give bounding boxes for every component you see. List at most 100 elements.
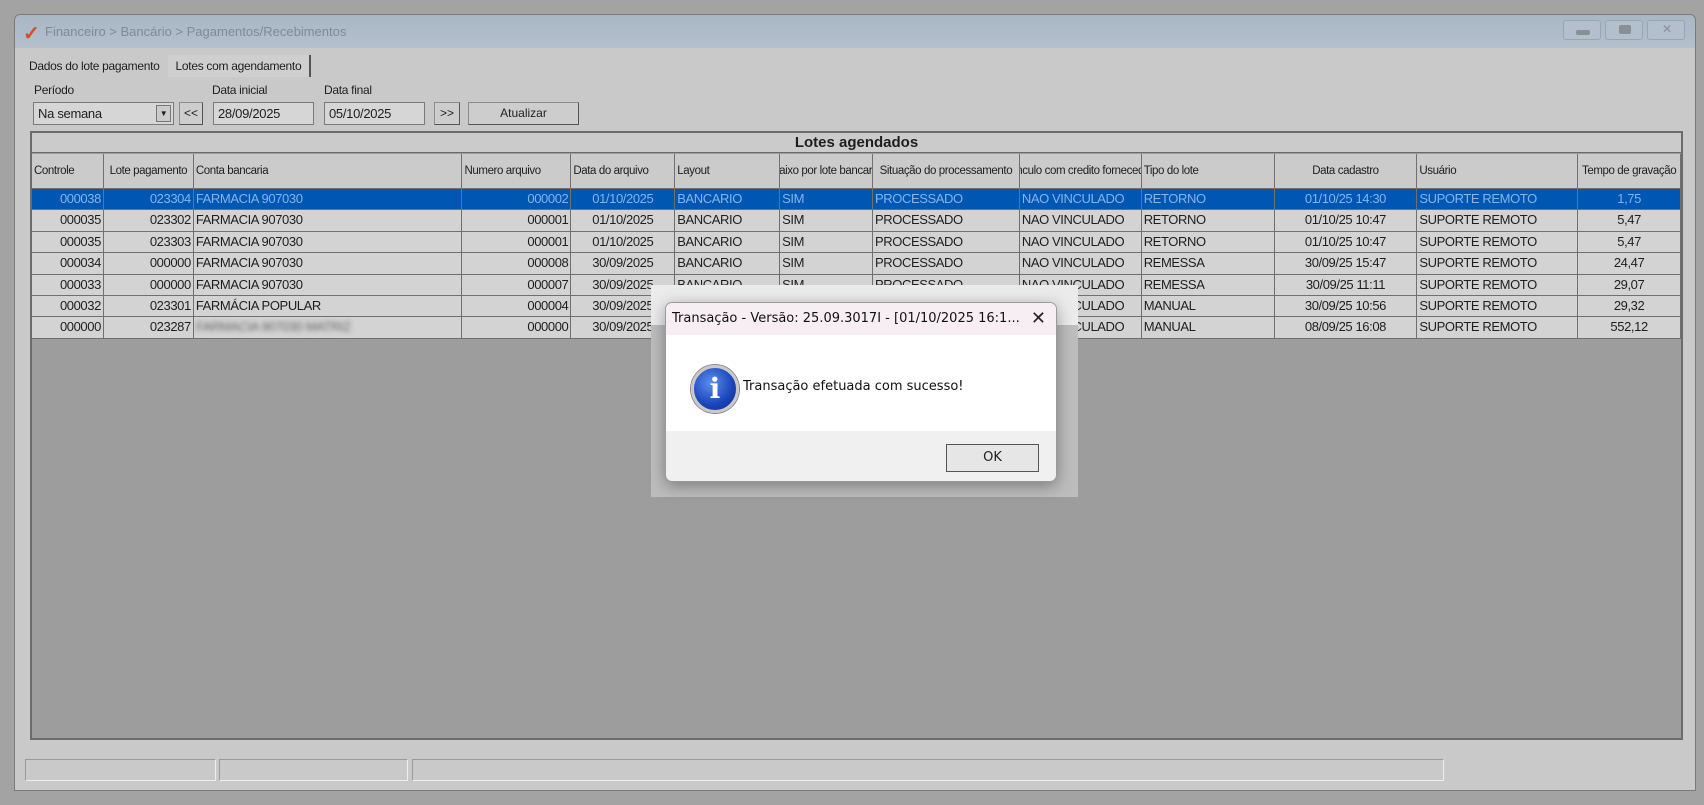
- table-cell: 1,75: [1578, 189, 1682, 211]
- cell-text: 000000: [59, 319, 101, 335]
- data-inicial-input[interactable]: 28/09/2025: [213, 102, 314, 125]
- cell-text: RETORNO: [1143, 233, 1206, 249]
- cell-text: 30/09/2025: [592, 255, 654, 271]
- cell-text: SUPORTE REMOTO: [1419, 212, 1537, 228]
- table-cell: 29,32: [1578, 296, 1682, 318]
- table-row[interactable]: 000034 000000 FARMACIA 907030 000008 30/09/2…: [32, 253, 1682, 275]
- table-cell: FARMACIA 907030 MATRIZ: [193, 317, 463, 339]
- dialog-body: i Transação efetuada com sucesso!: [666, 335, 1056, 431]
- table-cell: 000008: [462, 253, 572, 275]
- tab-lotes-com-agendamento[interactable]: Lotes com agendamento: [167, 55, 312, 77]
- tab-dados-do-lote[interactable]: Dados do lote pagamento: [21, 55, 168, 77]
- table-cell: REMESSA: [1141, 274, 1275, 296]
- column-header[interactable]: Data do arquivo: [571, 154, 676, 189]
- cell-text: 24,47: [1613, 255, 1645, 271]
- close-icon[interactable]: ✕: [1031, 303, 1046, 335]
- grid-header: Controle Lote pagamento Conta bancaria Nume…: [32, 154, 1682, 189]
- cell-text: FARMACIA 907030: [195, 212, 303, 228]
- column-header[interactable]: Numero arquivo: [462, 154, 572, 189]
- cell-text: 01/10/2025: [592, 191, 654, 206]
- status-panel: [412, 759, 1444, 781]
- table-cell: 01/10/25 10:47: [1274, 210, 1418, 232]
- dialog-message: Transação efetuada com sucesso!: [743, 379, 964, 394]
- cell-text: 30/09/2025: [592, 298, 654, 313]
- table-row[interactable]: 000035 023302 FARMACIA 907030 000001 01/10/2…: [32, 210, 1682, 232]
- next-week-button[interactable]: >>: [434, 102, 460, 125]
- message-dialog: Transação - Versão: 25.09.3017I - [01/10…: [665, 302, 1057, 482]
- column-header[interactable]: Tipo do lote: [1141, 154, 1275, 189]
- table-cell: 552,12: [1578, 317, 1682, 339]
- periodo-select[interactable]: Na semana ▼: [33, 102, 174, 125]
- column-header[interactable]: Usuário: [1417, 154, 1579, 189]
- cell-text: 552,12: [1610, 319, 1648, 335]
- column-header[interactable]: Situação do processamento: [873, 154, 1020, 189]
- cell-text: 023287: [149, 319, 191, 335]
- table-cell: SIM: [780, 210, 873, 232]
- cell-text: 000033: [59, 276, 101, 292]
- table-cell: PROCESSADO: [873, 210, 1020, 232]
- cell-text: 000002: [527, 191, 569, 206]
- table-cell: NAO VINCULADO: [1019, 253, 1142, 275]
- info-icon: i: [691, 365, 739, 413]
- app-logo-icon: ✓: [23, 23, 40, 45]
- column-header[interactable]: Layout: [675, 154, 781, 189]
- table-cell: SUPORTE REMOTO: [1417, 253, 1579, 275]
- column-header[interactable]: Lote pagamento: [103, 154, 194, 189]
- cell-text: 000001: [527, 212, 569, 228]
- table-cell: 000032: [32, 296, 104, 318]
- title-bar: ✓ Financeiro > Bancário > Pagamentos/Rec…: [15, 15, 1695, 48]
- table-cell: 5,47: [1578, 231, 1682, 254]
- table-cell: PROCESSADO: [873, 253, 1020, 275]
- atualizar-button[interactable]: Atualizar: [468, 102, 579, 125]
- cell-text: SUPORTE REMOTO: [1419, 319, 1537, 335]
- cell-text: 5,47: [1617, 233, 1641, 249]
- column-header[interactable]: Baixo por lote bancario: [780, 154, 873, 189]
- previous-week-button[interactable]: <<: [179, 102, 203, 125]
- cell-text: NAO VINCULADO: [1021, 255, 1125, 271]
- cell-text: RETORNO: [1143, 212, 1206, 228]
- cell-text: SIM: [782, 191, 805, 206]
- status-bar: [21, 759, 1671, 782]
- cell-text: 023302: [149, 212, 191, 228]
- table-row[interactable]: 000035 023303 FARMACIA 907030 000001 01/10/2…: [32, 231, 1682, 254]
- table-cell: 023302: [103, 210, 194, 232]
- cell-text: SUPORTE REMOTO: [1419, 276, 1537, 292]
- data-final-input[interactable]: 05/10/2025: [324, 102, 425, 125]
- ok-button[interactable]: OK: [946, 444, 1039, 472]
- status-panel: [219, 759, 408, 781]
- cell-text: 023303: [149, 233, 191, 249]
- table-cell: SUPORTE REMOTO: [1417, 189, 1579, 211]
- cell-text: BANCARIO: [677, 255, 742, 271]
- column-header[interactable]: Vinculo com credito fornecedor: [1019, 154, 1142, 189]
- cell-text: SUPORTE REMOTO: [1419, 298, 1537, 313]
- cell-text: REMESSA: [1143, 255, 1205, 271]
- column-header[interactable]: Data cadastro: [1274, 154, 1418, 189]
- cell-text: FARMACIA 907030 MATRIZ: [195, 319, 351, 335]
- cell-text: MANUAL: [1143, 298, 1196, 313]
- table-cell: 01/10/2025: [571, 210, 676, 232]
- cell-text: FARMACIA 907030: [195, 255, 303, 271]
- table-cell: 000000: [462, 317, 572, 339]
- cell-text: 000038: [59, 191, 101, 206]
- maximize-button[interactable]: [1605, 20, 1643, 40]
- chevron-down-icon: ▼: [156, 105, 171, 122]
- table-cell: 000002: [462, 189, 572, 211]
- table-cell: FARMACIA 907030: [193, 274, 463, 296]
- grid-title: Lotes agendados: [32, 133, 1681, 153]
- cell-text: 000035: [59, 212, 101, 228]
- table-cell: SIM: [780, 231, 873, 254]
- status-panel: [25, 759, 216, 781]
- column-header[interactable]: Controle: [32, 154, 104, 189]
- column-header[interactable]: Conta bancaria: [193, 154, 463, 189]
- close-window-button[interactable]: ✕: [1647, 20, 1685, 40]
- table-row[interactable]: 000038 023304 FARMACIA 907030 000002 01/10/2…: [32, 189, 1682, 211]
- table-cell: FARMACIA 907030: [193, 210, 463, 232]
- table-cell: FARMACIA 907030: [193, 253, 463, 275]
- table-cell: 24,47: [1578, 253, 1682, 275]
- table-cell: 01/10/25 10:47: [1274, 231, 1418, 254]
- minimize-button[interactable]: [1563, 20, 1601, 40]
- column-header[interactable]: Tempo de gravação: [1578, 154, 1682, 189]
- table-cell: 30/09/25 10:56: [1274, 296, 1418, 318]
- table-cell: BANCARIO: [675, 231, 781, 254]
- cell-text: 023301: [149, 298, 191, 313]
